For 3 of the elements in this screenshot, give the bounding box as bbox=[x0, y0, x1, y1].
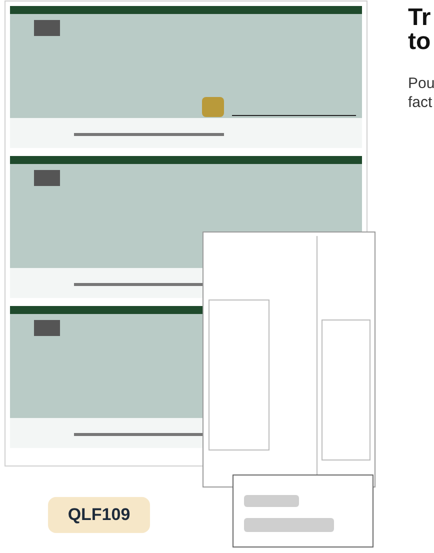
product-code-badge: QLF109 bbox=[48, 497, 150, 533]
product-heading: Tr to bbox=[408, 6, 432, 54]
product-description: Pou fact bbox=[408, 74, 434, 112]
